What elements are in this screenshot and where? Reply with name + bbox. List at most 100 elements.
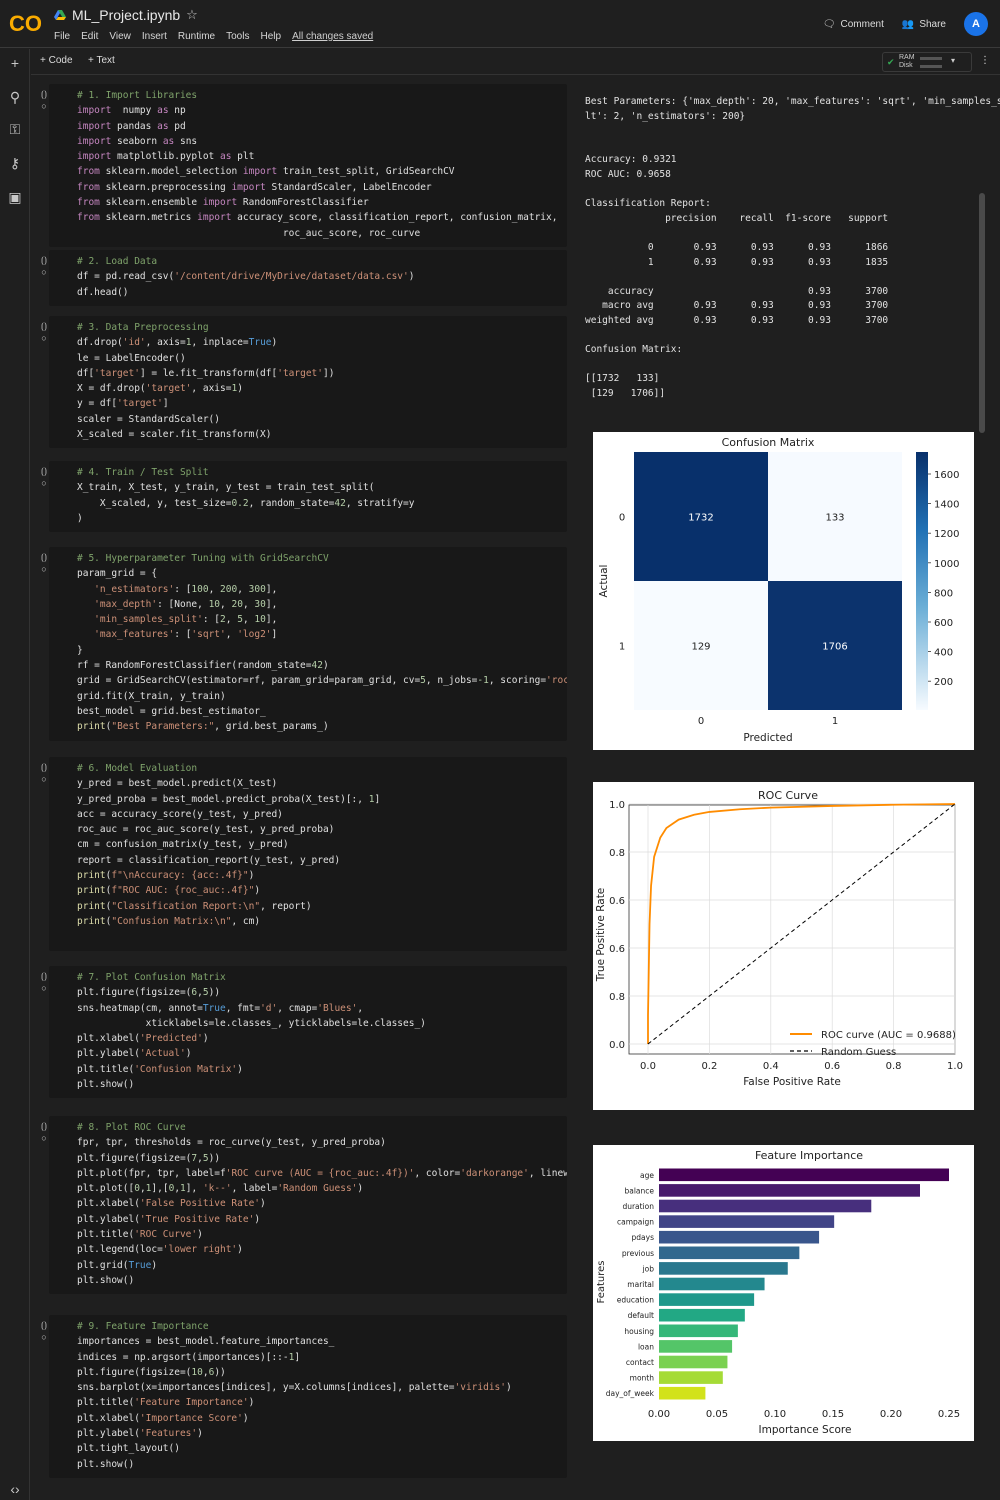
menu-item-tools[interactable]: Tools [226,31,249,42]
menu-item-help[interactable]: Help [260,31,281,42]
code-cell[interactable]: ⟮⟯ ○ # 9. Feature Importance importances = … [31,1315,571,1478]
code-line: 'min_samples_split': [2, 5, 10], [77,612,567,627]
code-cell[interactable]: ⟮⟯ ○ # 3. Data Preprocessing df.drop('id', … [31,316,571,449]
y-tick-label: balance [624,1186,654,1195]
menu-item-view[interactable]: View [109,31,131,42]
y-tick-label: pdays [632,1233,655,1242]
confusion-matrix-svg: Confusion Matrix 1732 133 129 1706 0 1 0 1 Predic… [598,436,959,744]
add-code-button[interactable]: + Code [40,55,73,66]
code-snippets-icon[interactable]: ‹› [7,1481,23,1497]
code-editor[interactable]: # 2. Load Data df = pd.read_csv('/content… [49,250,567,306]
code-cell[interactable]: ⟮⟯ ○ # 7. Plot Confusion Matrix plt.figure(… [31,966,571,1099]
feature-bar [659,1184,920,1197]
y-tick-label: 0.6 [609,896,625,907]
ram-label: RAM [899,54,915,61]
code-token: y_pred_proba = best_model.predict_proba(… [77,793,369,805]
search-icon[interactable]: ⚲ [7,89,23,105]
share-label: Share [919,18,946,30]
y-axis-label: Actual [598,565,610,598]
code-editor[interactable]: # 1. Import Libraries import numpy as np i… [49,84,567,247]
code-cell[interactable]: ⟮⟯ ○ # 8. Plot ROC Curve fpr, tpr, threshol… [31,1116,571,1295]
more-icon[interactable]: ⋮ [980,55,990,66]
code-cell[interactable]: ⟮⟯ ○ # 5. Hyperparameter Tuning with GridS… [31,547,571,741]
code-token: 'target' [277,367,323,379]
notebook-title[interactable]: ML_Project.ipynb [72,7,180,23]
code-token: ] [374,793,381,805]
add-text-button[interactable]: + Text [88,55,115,66]
code-token: # 2. Load Data [77,256,158,267]
code-editor[interactable]: # 6. Model Evaluation y_pred = best_model… [49,757,567,951]
code-token: 20 [231,598,243,610]
x-axis-label: False Positive Rate [743,1076,841,1088]
code-line: import seaborn as sns [77,134,567,149]
code-token: indices = np.argsort(importances)[::- [77,1351,289,1363]
menu-item-file[interactable]: File [54,31,70,42]
comment-label: Comment [840,18,884,30]
code-token: matplotlib.pyplot [111,151,220,163]
output-scrollbar[interactable] [979,193,985,433]
code-line: X_scaled = scaler.fit_transform(X) [77,427,567,442]
code-editor[interactable]: # 5. Hyperparameter Tuning with GridSear… [49,547,567,741]
colorbar-tick-label: 1000 [934,559,959,570]
x-axis-label: Predicted [743,732,792,744]
add-icon[interactable]: + [7,55,23,71]
saved-status[interactable]: All changes saved [292,31,373,42]
menu-item-edit[interactable]: Edit [81,31,98,42]
share-button[interactable]: 👥 Share [902,19,946,30]
code-token: # 1. Import Libraries [77,90,198,101]
feature-bar [659,1308,745,1322]
code-editor[interactable]: # 9. Feature Importance importances = bes… [49,1315,567,1478]
code-token: ) [271,337,278,349]
code-cell[interactable]: ⟮⟯ ○ # 4. Train / Test Split X_train, X_tes… [31,461,571,533]
y-tick-label: loan [638,1342,654,1351]
code-token: , cm) [231,915,261,927]
code-token: acc = accuracy_score(y_test, y_pred) [77,808,283,820]
files-icon[interactable]: ▣ [7,189,23,205]
comment-button[interactable]: 🗨 Comment [823,19,884,30]
code-line: 'max_features': ['sqrt', 'log2'] [77,627,567,642]
code-editor[interactable]: # 7. Plot Confusion Matrix plt.figure(fig… [49,966,567,1099]
code-token: plt.figure(figsize=( [77,1366,192,1378]
code-editor[interactable]: # 4. Train / Test Split X_train, X_test, … [49,461,567,533]
y-tick-label: campaign [617,1218,654,1227]
colorbar-tick-label: 400 [934,648,953,659]
code-line: param_grid = { [77,566,567,581]
code-line: cm = confusion_matrix(y_test, y_pred) [77,837,567,852]
feature-bar [659,1246,800,1260]
code-token: plt.title( [77,1397,135,1409]
code-token: fpr, tpr, thresholds = roc_curve(y_test,… [77,1137,386,1149]
code-token: ],[ [151,1183,169,1195]
ram-disk-indicator[interactable]: ✔ RAM Disk ▾ [882,52,972,72]
secrets-icon[interactable]: ⚷ [7,155,23,171]
code-cell[interactable]: ⟮⟯ ○ # 6. Model Evaluation y_pred = best_mo… [31,757,571,951]
code-token: 'target' [145,383,192,395]
x-tick-label: 0 [698,716,704,727]
code-cell[interactable]: ⟮⟯ ○ # 2. Load Data df = pd.read_csv('/cont… [31,250,571,306]
y-tick-label: default [628,1311,654,1320]
avatar[interactable]: A [964,12,988,36]
star-icon[interactable]: ☆ [186,7,198,23]
code-line: df = pd.read_csv('/content/drive/MyDrive… [77,269,567,284]
feature-bar [659,1355,728,1369]
code-line: importances = best_model.feature_importa… [77,1334,567,1349]
variables-icon[interactable]: ⚿ [7,121,23,137]
y-tick-label: 0.8 [609,848,625,859]
code-token: ]) [322,367,335,379]
code-editor[interactable]: # 8. Plot ROC Curve fpr, tpr, thresholds … [49,1116,567,1295]
code-token: , axis= [145,337,186,349]
menu-item-runtime[interactable]: Runtime [178,31,215,42]
code-cell[interactable]: ⟮⟯ ○ # 1. Import Libraries import numpy as … [31,84,571,247]
code-token: X_scaled = scaler.fit_transform(X) [77,429,272,441]
code-editor[interactable]: # 3. Data Preprocessing df.drop('id', axi… [49,316,567,449]
y-tick-label: age [640,1171,654,1180]
colab-logo-icon[interactable]: CO [8,8,42,38]
code-token: , [225,629,238,641]
comment-icon: 🗨 [822,18,836,30]
x-tick-label: 0.05 [706,1409,728,1420]
code-token: f"ROC AUC: {roc_auc:.4f}" [111,885,255,897]
code-token: # 4. Train / Test Split [77,467,209,478]
menu-item-insert[interactable]: Insert [142,31,167,42]
top-bar: CO ML_Project.ipynb ☆ File Edit View Insert… [0,0,1000,48]
